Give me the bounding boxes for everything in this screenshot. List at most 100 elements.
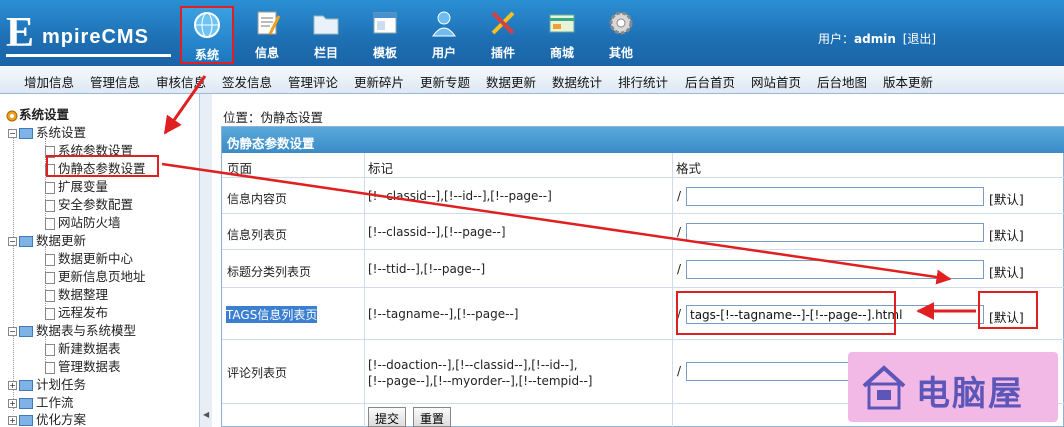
title-class-format-input[interactable] (686, 260, 984, 279)
menu-review-info[interactable]: 审核信息 (156, 72, 206, 91)
logo-initial: E (6, 10, 35, 56)
folder-icon (19, 398, 33, 409)
menu-update-fragments[interactable]: 更新碎片 (354, 72, 404, 91)
topnav-info[interactable]: 信息 (240, 6, 294, 64)
collapse-arrow-icon[interactable]: ◀ (203, 410, 209, 419)
menu-site-home[interactable]: 网站首页 (751, 72, 801, 91)
expand-icon[interactable]: + (8, 381, 17, 390)
row-tag: [!--doaction--],[!--classid--],[!--id--]… (368, 358, 578, 372)
gear-icon (609, 11, 633, 35)
tree-folder-scheduled-tasks[interactable]: + 计划任务 (8, 374, 86, 393)
tree-folder-system-settings[interactable]: − 系统设置 (8, 122, 86, 141)
tree-item-update-center[interactable]: 数据更新中心 (45, 248, 133, 267)
row-page-name: 评论列表页 (227, 366, 288, 380)
sidebar-splitter[interactable]: ◀ (200, 94, 212, 427)
tree-folder-optimization[interactable]: + 优化方案 (8, 409, 86, 427)
document-icon (45, 343, 55, 356)
default-button[interactable]: [默认] (989, 225, 1024, 244)
top-header: E mpireCMS 系统 信息 栏目 模板 用户 插件 商城 其他 用户：ad… (0, 0, 1064, 66)
topnav-store[interactable]: 商城 (535, 6, 589, 64)
folder-icon (19, 415, 33, 426)
menu-manage-info[interactable]: 管理信息 (90, 72, 140, 91)
folder-icon (19, 326, 33, 337)
row-page-name: 信息内容页 (227, 192, 288, 206)
collapse-icon[interactable]: − (8, 129, 17, 138)
row-tag: [!--tagname--],[!--page--] (368, 307, 519, 321)
document-icon (45, 307, 55, 320)
default-button[interactable]: [默认] (989, 262, 1024, 281)
user-info: 用户：admin [退出] (818, 30, 936, 47)
logo-text: mpireCMS (42, 26, 149, 48)
content-page-format-input[interactable] (686, 187, 984, 206)
tree-item-remote-publish[interactable]: 远程发布 (45, 302, 108, 321)
menu-ranking-stats[interactable]: 排行统计 (618, 72, 668, 91)
settings-icon (6, 110, 18, 121)
expand-icon[interactable]: + (8, 416, 17, 425)
document-icon (45, 217, 55, 230)
tree-item-update-info-url[interactable]: 更新信息页地址 (45, 266, 146, 285)
menu-data-update[interactable]: 数据更新 (486, 72, 536, 91)
expand-icon[interactable]: + (8, 399, 17, 408)
topnav-system[interactable]: 系统 (180, 6, 234, 64)
document-icon (45, 271, 55, 284)
tree-item-security-params[interactable]: 安全参数配置 (45, 194, 133, 213)
username: admin (854, 32, 896, 46)
panel-title: 伪静态参数设置 (222, 127, 1064, 153)
menu-manage-comments[interactable]: 管理评论 (288, 72, 338, 91)
menu-admin-map[interactable]: 后台地图 (817, 72, 867, 91)
column-header-tag: 标记 (368, 161, 394, 176)
menu-update-topics[interactable]: 更新专题 (420, 72, 470, 91)
notepad-icon (257, 11, 281, 35)
collapse-icon[interactable]: − (8, 327, 17, 336)
list-page-format-input[interactable] (686, 223, 984, 242)
table-row: 信息内容页 [!--classid--],[!--id--],[!--page-… (222, 177, 1064, 213)
tree-folder-data-update[interactable]: − 数据更新 (8, 230, 86, 249)
logo-underline (6, 54, 171, 57)
row-tag: [!--classid--],[!--id--],[!--page--] (368, 189, 552, 203)
menu-data-stats[interactable]: 数据统计 (552, 72, 602, 91)
path-slash: / (677, 225, 682, 239)
menu-admin-home[interactable]: 后台首页 (685, 72, 735, 91)
store-card-icon (549, 14, 575, 33)
topnav-user[interactable]: 用户 (417, 6, 471, 64)
annotation-box-default (978, 291, 1038, 329)
reset-button[interactable]: 重置 (413, 407, 452, 427)
tree-item-firewall[interactable]: 网站防火墙 (45, 212, 121, 231)
menu-sign-info[interactable]: 签发信息 (222, 72, 272, 91)
watermark: 电脑屋 (848, 352, 1058, 422)
tree-item-new-table[interactable]: 新建数据表 (45, 338, 121, 357)
logout-link[interactable]: [退出] (903, 32, 936, 46)
tree-item-extend-vars[interactable]: 扩展变量 (45, 176, 108, 195)
house-logo-icon (862, 365, 906, 410)
document-icon (45, 181, 55, 194)
path-slash: / (677, 364, 682, 378)
topnav-plugin[interactable]: 插件 (476, 6, 530, 64)
default-button[interactable]: [默认] (989, 189, 1024, 208)
topnav-template[interactable]: 模板 (358, 6, 412, 64)
tree-folder-tables-models[interactable]: − 数据表与系统模型 (8, 320, 136, 339)
folder-icon (19, 236, 33, 247)
topnav-column[interactable]: 栏目 (299, 6, 353, 64)
row-page-name: 信息列表页 (227, 228, 288, 242)
document-icon (45, 199, 55, 212)
app-window: E mpireCMS 系统 信息 栏目 模板 用户 插件 商城 其他 用户：ad… (0, 0, 1064, 427)
sidebar-title: 系统设置 (6, 104, 69, 123)
tree-item-data-cleanup[interactable]: 数据整理 (45, 284, 108, 303)
row-tag: [!--ttid--],[!--page--] (368, 262, 486, 276)
menu-version-update[interactable]: 版本更新 (883, 72, 933, 91)
folder-icon (313, 15, 339, 35)
folder-icon (19, 380, 33, 391)
tools-icon (491, 11, 515, 35)
menu-add-info[interactable]: 增加信息 (24, 72, 74, 91)
column-header-page: 页面 (227, 161, 253, 176)
row-page-name: 标题分类列表页 (227, 265, 312, 279)
collapse-icon[interactable]: − (8, 237, 17, 246)
quick-menu-bar: 增加信息 管理信息 审核信息 签发信息 管理评论 更新碎片 更新专题 数据更新 … (0, 66, 1064, 94)
table-row: 标题分类列表页 [!--ttid--],[!--page--] / [默认] (222, 249, 1064, 287)
topnav-other[interactable]: 其他 (594, 6, 648, 64)
tree-item-manage-tables[interactable]: 管理数据表 (45, 356, 121, 375)
table-row: 信息列表页 [!--classid--],[!--page--] / [默认] (222, 213, 1064, 249)
user-label: 用户： (818, 32, 855, 46)
submit-button[interactable]: 提交 (368, 407, 407, 427)
path-slash: / (677, 262, 682, 276)
